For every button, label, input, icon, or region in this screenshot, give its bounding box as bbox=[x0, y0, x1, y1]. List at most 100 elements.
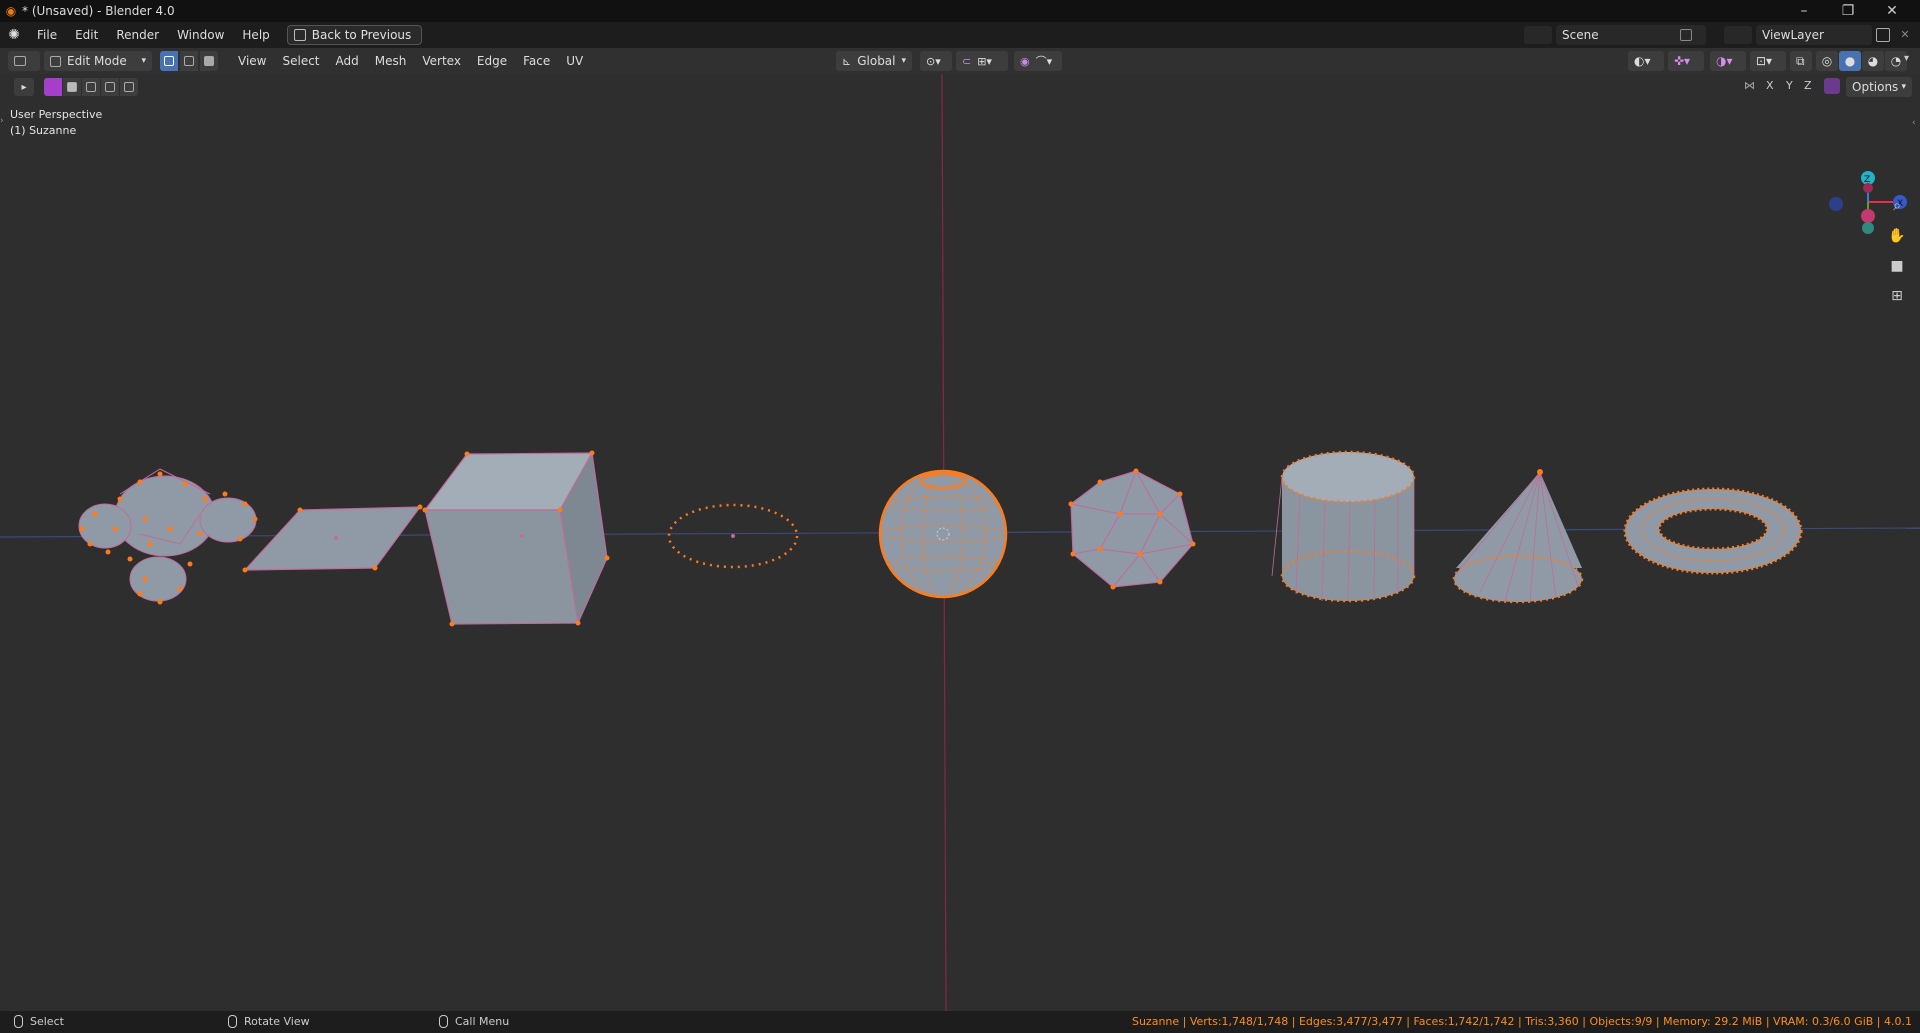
wireframe-shading-button[interactable]: ◎ bbox=[1816, 51, 1838, 71]
remove-view-layer-icon[interactable]: ✕ bbox=[1896, 26, 1914, 44]
edge-select-mode-button[interactable] bbox=[180, 51, 198, 71]
mirror-y-toggle[interactable]: Y bbox=[1786, 79, 1793, 92]
intersect-icon bbox=[124, 82, 134, 92]
menu-help[interactable]: Help bbox=[233, 24, 278, 46]
gizmo-neg-y-handle[interactable] bbox=[1861, 209, 1875, 223]
menu-render[interactable]: Render bbox=[107, 24, 168, 46]
close-button[interactable]: ✕ bbox=[1870, 0, 1914, 22]
cylinder-top-ring bbox=[1280, 450, 1416, 504]
status-hint-menu-label: Call Menu bbox=[455, 1015, 510, 1028]
perspective-label: User Perspective bbox=[10, 108, 103, 121]
status-bar: Select Rotate View Call Menu Suzanne | V… bbox=[0, 1011, 1920, 1033]
back-to-previous-button[interactable]: Back to Previous bbox=[286, 25, 423, 45]
view-layer-browse-icon[interactable] bbox=[1724, 26, 1752, 44]
overlays-icon: ◑▾ bbox=[1716, 54, 1733, 68]
perspective-toggle-icon[interactable]: ⊞ bbox=[1885, 284, 1909, 308]
menu-uv[interactable]: UV bbox=[558, 54, 591, 68]
menu-edge[interactable]: Edge bbox=[469, 54, 515, 68]
select-tool-button[interactable]: ▸ bbox=[14, 78, 34, 96]
3d-viewport[interactable]: Z X bbox=[0, 74, 1920, 1011]
proportional-editing-toggle[interactable]: ◉ ⌒▾ bbox=[1014, 51, 1062, 71]
cursor-icon: ▸ bbox=[21, 81, 27, 93]
zoom-icon[interactable]: ⌕ bbox=[1885, 194, 1909, 218]
new-view-layer-icon[interactable] bbox=[1876, 28, 1890, 42]
pivot-point-dropdown[interactable]: ⊙▾ bbox=[920, 51, 952, 71]
mesh-overlays-dropdown[interactable]: ⊡▾ bbox=[1750, 51, 1786, 71]
viewport-canvas[interactable]: Z X bbox=[0, 74, 1920, 1011]
editor-type-icon[interactable] bbox=[8, 51, 40, 71]
menu-view[interactable]: View bbox=[230, 54, 274, 68]
sidebar-expand-chevron-icon[interactable]: ‹ bbox=[1912, 118, 1916, 128]
gizmo-toggle[interactable]: ✜▾ bbox=[1668, 51, 1704, 71]
options-label: Options bbox=[1852, 80, 1899, 94]
auto-merge-icon[interactable] bbox=[1824, 78, 1840, 94]
cube-origin bbox=[520, 534, 524, 538]
subtract-selection-button[interactable] bbox=[82, 78, 100, 96]
edit-mode-icon bbox=[50, 55, 61, 67]
cylinder-mesh[interactable] bbox=[1271, 450, 1416, 603]
scene-browse-icon[interactable] bbox=[1524, 26, 1552, 44]
status-hint-select-label: Select bbox=[30, 1015, 64, 1028]
rendered-icon: ◔ bbox=[1890, 54, 1902, 68]
menu-mesh[interactable]: Mesh bbox=[367, 54, 415, 68]
mesh-overlay-icon: ⊡▾ bbox=[1756, 54, 1773, 68]
mirror-x-toggle[interactable]: X bbox=[1766, 79, 1774, 92]
editor-type-glyph-icon bbox=[14, 56, 26, 66]
subtract-icon bbox=[86, 82, 96, 92]
overlays-toggle[interactable]: ◑▾ bbox=[1710, 51, 1746, 71]
menu-window[interactable]: Window bbox=[168, 24, 233, 46]
blender-window: ◉ * (Unsaved) - Blender 4.0 – ❐ ✕ ✺ File… bbox=[0, 0, 1920, 1033]
invert-selection-button[interactable] bbox=[101, 78, 119, 96]
material-shading-button[interactable]: ◕ bbox=[1862, 51, 1884, 71]
new-selection-button[interactable] bbox=[44, 78, 62, 96]
new-scene-icon[interactable] bbox=[1678, 27, 1694, 43]
orientation-axes-icon: ⊾ bbox=[842, 54, 852, 68]
toolbar-expand-chevron-icon[interactable]: › bbox=[0, 116, 4, 126]
torus-mesh[interactable] bbox=[1623, 487, 1803, 575]
menu-face[interactable]: Face bbox=[515, 54, 558, 68]
solid-shading-button[interactable]: ● bbox=[1839, 51, 1861, 71]
cube-mesh[interactable] bbox=[422, 450, 610, 627]
maximize-button[interactable]: ❐ bbox=[1826, 0, 1870, 22]
blender-menu-icon[interactable]: ✺ bbox=[0, 24, 28, 46]
camera-view-icon[interactable]: ■ bbox=[1885, 254, 1909, 278]
gizmo-neg-x-handle[interactable] bbox=[1829, 197, 1843, 211]
face-select-icon bbox=[204, 56, 214, 66]
menu-edit[interactable]: Edit bbox=[66, 24, 107, 46]
xray-toggle[interactable]: ⧉ bbox=[1790, 51, 1812, 71]
status-hint-menu: Call Menu bbox=[435, 1011, 509, 1033]
gizmo-neg-z-handle[interactable] bbox=[1862, 222, 1874, 234]
extend-selection-button[interactable] bbox=[63, 78, 81, 96]
right-mouse-icon bbox=[439, 1015, 448, 1028]
mirror-z-toggle[interactable]: Z bbox=[1804, 79, 1812, 92]
cube-front-face bbox=[424, 509, 579, 625]
cone-base-ring bbox=[1452, 554, 1584, 604]
snap-toggle[interactable]: ⊂ ⊞▾ bbox=[956, 51, 1008, 71]
proportional-icon: ◉ bbox=[1020, 54, 1030, 68]
uv-sphere-mesh[interactable] bbox=[878, 469, 1008, 599]
shading-options-chevron-icon[interactable]: ▾ bbox=[1904, 53, 1909, 64]
plane-origin bbox=[334, 536, 338, 540]
minimize-button[interactable]: – bbox=[1782, 0, 1826, 22]
mirror-icon[interactable]: ⋈ bbox=[1744, 79, 1755, 92]
suzanne-right-ear-shape bbox=[199, 497, 257, 543]
status-hint-rotate: Rotate View bbox=[224, 1011, 310, 1033]
mode-dropdown[interactable]: Edit Mode ▾ bbox=[44, 51, 152, 71]
intersect-selection-button[interactable] bbox=[120, 78, 138, 96]
vertex-select-mode-button[interactable] bbox=[160, 51, 178, 71]
pan-hand-icon[interactable]: ✋ bbox=[1885, 224, 1909, 248]
scene-statistics: Suzanne | Verts:1,748/1,748 | Edges:3,47… bbox=[1131, 1015, 1912, 1028]
wireframe-icon: ◎ bbox=[1821, 54, 1833, 68]
face-select-mode-button[interactable] bbox=[200, 51, 218, 71]
gizmo-icon: ✜▾ bbox=[1674, 54, 1691, 68]
view-layer-field[interactable]: ViewLayer bbox=[1756, 25, 1872, 45]
menu-vertex[interactable]: Vertex bbox=[414, 54, 469, 68]
menu-select[interactable]: Select bbox=[274, 54, 327, 68]
transform-orientation-dropdown[interactable]: ⊾ Global ▾ bbox=[836, 51, 912, 71]
menu-file[interactable]: File bbox=[28, 24, 66, 46]
visibility-dropdown[interactable]: ◐▾ bbox=[1628, 51, 1664, 71]
pivot-icon: ⊙▾ bbox=[926, 54, 941, 68]
shading-mode-group: ◎ ● ◕ ◔ bbox=[1816, 51, 1907, 71]
menu-add[interactable]: Add bbox=[328, 54, 367, 68]
options-dropdown[interactable]: Options ▾ bbox=[1846, 77, 1912, 97]
